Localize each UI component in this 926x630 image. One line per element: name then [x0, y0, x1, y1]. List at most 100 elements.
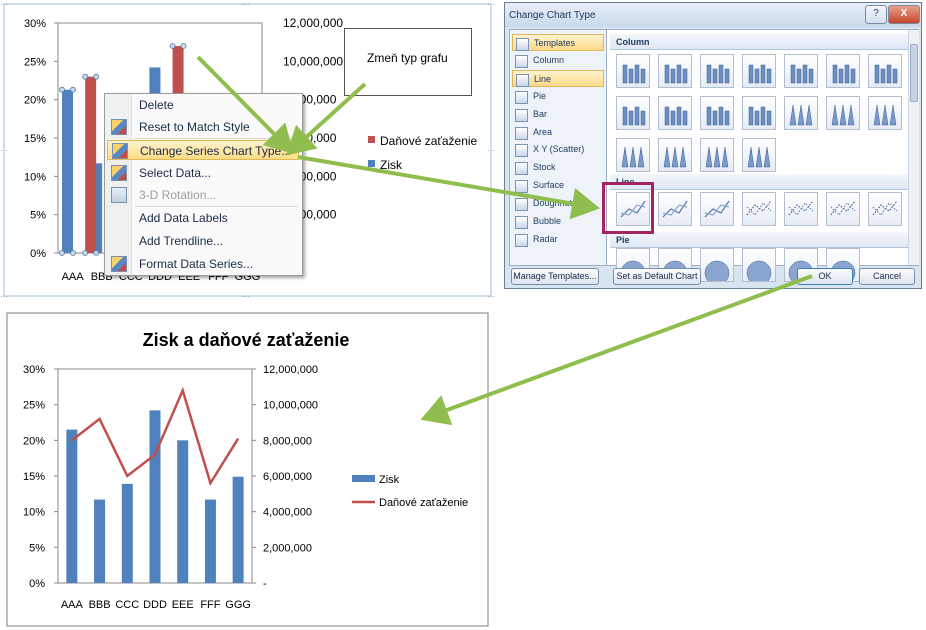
- menu-item-label: Change Series Chart Type...: [140, 144, 292, 158]
- menu-separator: [135, 206, 298, 207]
- category-radar[interactable]: Radar: [512, 231, 604, 248]
- category-label: Surface: [533, 180, 565, 191]
- menu-item-label: Add Data Labels: [139, 211, 228, 225]
- svg-text:···: ···: [0, 292, 8, 300]
- column-chart-type-thumb[interactable]: [784, 96, 818, 130]
- menu-item-add-data-labels[interactable]: Add Data Labels: [107, 208, 299, 228]
- column-chart-type-thumb[interactable]: [742, 138, 776, 172]
- column-chart-type-thumb[interactable]: [868, 54, 902, 88]
- line-chart-type-thumb[interactable]: [742, 192, 776, 226]
- category-x-y-scatter[interactable]: X Y (Scatter): [512, 141, 604, 158]
- column-chart-type-thumb[interactable]: [658, 138, 692, 172]
- pie-chart-type-thumb[interactable]: [700, 248, 734, 282]
- chart-category-icon: [515, 144, 528, 158]
- menu-item-label: Format Data Series...: [139, 257, 254, 271]
- callout-text: Zmeň typ grafu: [367, 51, 448, 65]
- y-left-tick-label: 25%: [24, 56, 46, 68]
- pie-chart-type-thumb[interactable]: [742, 248, 776, 282]
- y-left-tick-label: 5%: [29, 542, 45, 554]
- set-default-chart-button[interactable]: Set as Default Chart: [613, 268, 701, 285]
- column-chart-type-thumb[interactable]: [616, 54, 650, 88]
- category-label: Templates: [534, 38, 576, 48]
- category-stock[interactable]: Stock: [512, 159, 604, 176]
- category-bar[interactable]: Bar: [512, 106, 604, 123]
- bar-zisk[interactable]: [62, 89, 73, 253]
- menu-item-label: Select Data...: [139, 166, 212, 180]
- y-right-tick-label: 10,000,000: [263, 400, 318, 412]
- menu-item-add-trendline[interactable]: Add Trendline...: [107, 231, 299, 251]
- gallery-scrollbar[interactable]: [908, 30, 919, 265]
- column-chart-type-thumb[interactable]: [826, 54, 860, 88]
- y-right-tick-label: -: [263, 578, 267, 590]
- line-chart-type-thumb[interactable]: [658, 192, 692, 226]
- column-chart-type-thumb[interactable]: [700, 96, 734, 130]
- menu-item-change-series-chart-type[interactable]: Change Series Chart Type...: [107, 140, 299, 160]
- column-chart-type-thumb[interactable]: [742, 54, 776, 88]
- x-tick-label: FFF: [200, 599, 220, 611]
- svg-text:···: ···: [487, 146, 495, 155]
- y-right-tick-label: 12,000,000: [263, 364, 318, 376]
- column-chart-type-thumb[interactable]: [616, 96, 650, 130]
- column-chart-type-thumb[interactable]: [658, 96, 692, 130]
- category-column[interactable]: Column: [512, 52, 604, 69]
- y-left-tick-label: 30%: [23, 364, 45, 376]
- line-chart-type-thumb[interactable]: [784, 192, 818, 226]
- line-chart-type-thumb[interactable]: [700, 192, 734, 226]
- ok-button[interactable]: OK: [797, 268, 853, 285]
- selection-handle[interactable]: [59, 250, 65, 256]
- selection-handle[interactable]: [180, 43, 187, 49]
- chart-category-icon: [515, 233, 528, 247]
- category-area[interactable]: Area: [512, 124, 604, 141]
- menu-item-label: Reset to Match Style: [139, 120, 250, 134]
- category-line[interactable]: Line: [512, 69, 604, 87]
- selection-handle[interactable]: [70, 86, 76, 93]
- chart-category-list: Templates Column Line Pie Bar Area X Y (Scatte…: [510, 30, 607, 265]
- column-chart-type-thumb[interactable]: [658, 54, 692, 88]
- rotation-3d-icon: [111, 187, 127, 203]
- column-chart-type-thumb[interactable]: [700, 54, 734, 88]
- selection-handle[interactable]: [82, 73, 89, 80]
- bar-zisk: [66, 429, 78, 583]
- category-templates[interactable]: Templates: [512, 34, 604, 51]
- column-chart-type-thumb[interactable]: [826, 96, 860, 130]
- column-chart-type-thumb[interactable]: [868, 96, 902, 130]
- menu-item-delete[interactable]: Delete: [107, 95, 299, 115]
- category-bubble[interactable]: Bubble: [512, 213, 604, 230]
- manage-templates-button[interactable]: Manage Templates...: [511, 268, 599, 285]
- menu-item-reset-to-match-style[interactable]: Reset to Match Style: [107, 117, 299, 137]
- column-chart-type-thumb[interactable]: [742, 96, 776, 130]
- selection-handle[interactable]: [59, 86, 65, 93]
- column-chart-type-thumb[interactable]: [784, 54, 818, 88]
- y-left-tick-label: 10%: [24, 171, 46, 183]
- legend-label: Daňové zaťaženie: [379, 497, 468, 509]
- legend-label: Zisk: [379, 474, 400, 486]
- category-doughnut[interactable]: Doughnut: [512, 195, 604, 212]
- selected-chart-type-highlight: [602, 182, 654, 234]
- chart-category-icon: [515, 198, 528, 212]
- column-chart-type-thumb[interactable]: [616, 138, 650, 172]
- selection-handle[interactable]: [82, 250, 89, 256]
- selection-handle[interactable]: [93, 73, 100, 80]
- line-chart-type-thumb[interactable]: [868, 192, 902, 226]
- bar-danove-zatazenie[interactable]: [85, 76, 97, 254]
- line-chart-type-thumb[interactable]: [826, 192, 860, 226]
- y-left-tick-label: 15%: [24, 133, 46, 145]
- chart-category-icon: [516, 73, 529, 87]
- selection-handle[interactable]: [169, 43, 176, 49]
- menu-item-select-data[interactable]: Select Data...: [107, 163, 299, 183]
- help-button[interactable]: ?: [865, 5, 887, 24]
- selection-handle[interactable]: [93, 250, 100, 256]
- cancel-button[interactable]: Cancel: [859, 268, 915, 285]
- bar-zisk: [177, 440, 189, 583]
- group-header-column: Column: [610, 34, 908, 50]
- menu-item-format-data-series[interactable]: Format Data Series...: [107, 254, 299, 274]
- category-label: Bubble: [533, 216, 562, 226]
- scroll-thumb[interactable]: [910, 44, 918, 102]
- selection-handle[interactable]: [70, 250, 76, 256]
- menu-separator: [135, 138, 298, 139]
- category-surface[interactable]: Surface: [512, 177, 604, 194]
- column-chart-type-thumb[interactable]: [700, 138, 734, 172]
- y-right-tick-label: 8,000,000: [263, 435, 312, 447]
- category-pie[interactable]: Pie: [512, 88, 604, 105]
- close-button[interactable]: X: [888, 5, 920, 24]
